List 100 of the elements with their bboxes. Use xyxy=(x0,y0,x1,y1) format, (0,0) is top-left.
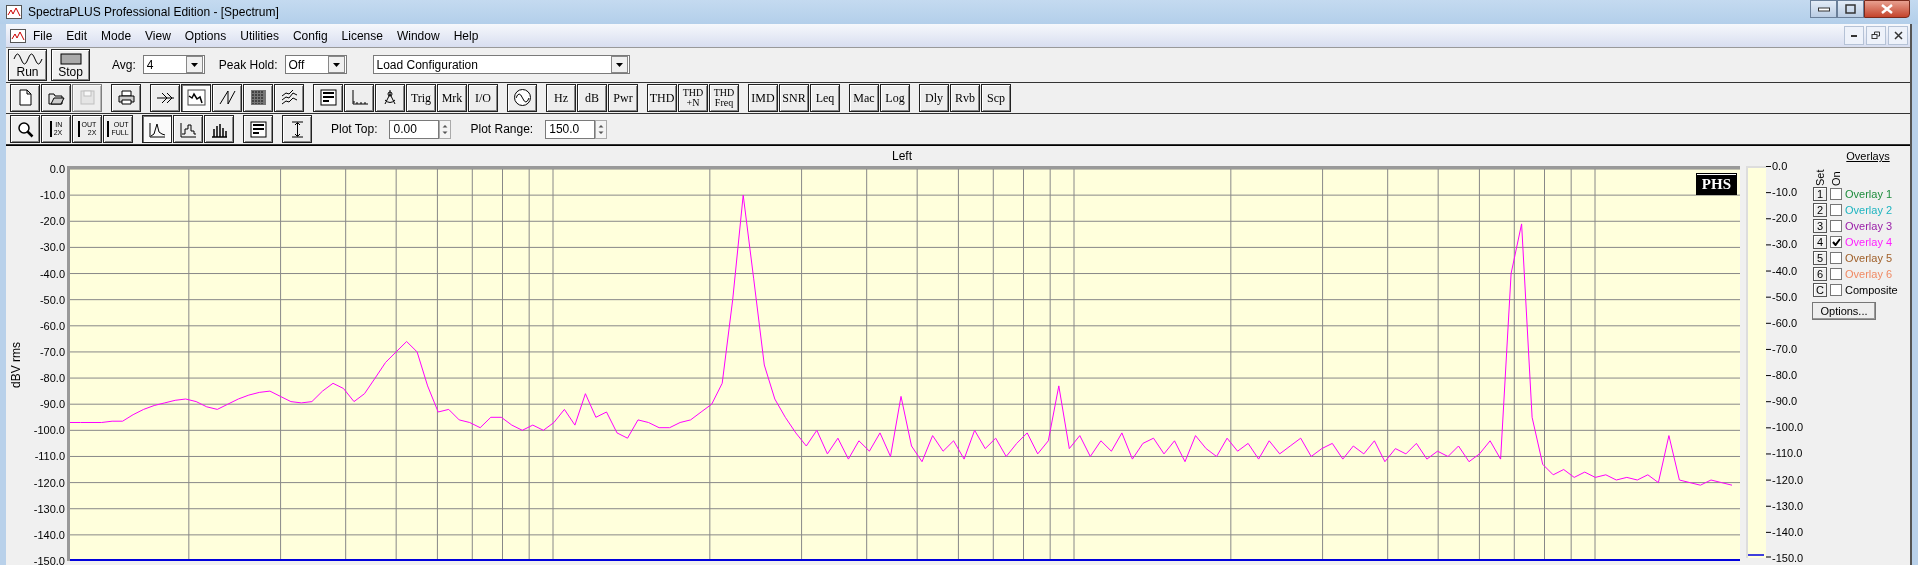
axis-label: 0.0 xyxy=(1771,159,1789,173)
set-button[interactable]: 6 xyxy=(1813,267,1827,281)
configuration-dropdown[interactable]: Load Configuration xyxy=(372,55,630,75)
toolbar-button[interactable] xyxy=(282,115,312,144)
toolbar-button[interactable] xyxy=(344,83,374,112)
search-icon xyxy=(15,119,35,139)
checkbox[interactable] xyxy=(1830,188,1842,200)
toolbar-button[interactable] xyxy=(150,83,180,112)
field-label: Plot Top: xyxy=(331,122,378,137)
menu-item[interactable]: View xyxy=(138,26,178,45)
toolbar-button[interactable] xyxy=(10,83,40,112)
toolbar-button[interactable]: Leq xyxy=(810,83,840,112)
toolbar-button[interactable] xyxy=(243,115,273,144)
axis-label: -70.0 xyxy=(1771,341,1799,356)
toolbar-button[interactable]: THD xyxy=(647,83,677,112)
axis-label: -20.0 xyxy=(39,214,65,229)
run-button[interactable]: Run xyxy=(8,48,47,81)
panel-icon xyxy=(248,119,268,139)
toolbar-button[interactable] xyxy=(181,83,211,112)
toolbar-button[interactable] xyxy=(111,83,141,112)
menu-item[interactable]: Mode xyxy=(94,26,139,45)
sine-icon xyxy=(512,88,532,108)
axis-label: -120.0 xyxy=(1771,472,1805,487)
options-button[interactable]: Options... xyxy=(1812,302,1876,320)
toolbar-button[interactable]: Pwr xyxy=(608,83,638,112)
checkbox[interactable] xyxy=(1830,220,1842,232)
toolbar-button[interactable] xyxy=(142,115,172,144)
axis-label: -110.0 xyxy=(1771,446,1804,461)
column-header: Set xyxy=(1814,168,1826,186)
toolbar-button[interactable] xyxy=(173,115,203,144)
caret-icon xyxy=(185,56,203,74)
plot-range-field[interactable]: 150.0 xyxy=(545,119,596,139)
toolbar-button[interactable] xyxy=(212,83,242,112)
toolbar-button[interactable] xyxy=(375,83,405,112)
axis-label: -60.0 xyxy=(1771,315,1799,330)
toolbar-button[interactable]: Rvb xyxy=(950,83,980,112)
minimize-icon xyxy=(1850,34,1858,37)
toolbar-button[interactable] xyxy=(41,83,71,112)
set-button[interactable]: 1 xyxy=(1813,187,1827,201)
toolbar-button[interactable] xyxy=(313,83,343,112)
toolbar-button[interactable]: SNR xyxy=(779,83,809,112)
checkbox[interactable] xyxy=(1830,268,1842,280)
document-icon[interactable] xyxy=(10,28,26,43)
menu-item[interactable]: File xyxy=(26,26,60,45)
checkbox[interactable] xyxy=(1830,284,1842,296)
overlay-label: Overlay 6 xyxy=(1845,268,1893,280)
minimize-icon xyxy=(1817,6,1830,12)
menu-item[interactable]: Utilities xyxy=(233,26,286,45)
peak-hold-dropdown[interactable]: Off xyxy=(284,55,347,75)
window-title: SpectraPLUS Professional Edition - [Spectrum] xyxy=(28,5,279,19)
menu-item[interactable]: Help xyxy=(446,26,486,45)
menu-item[interactable]: Options xyxy=(177,26,234,45)
checkbox[interactable] xyxy=(1830,204,1842,216)
checkbox[interactable] xyxy=(1830,236,1842,248)
set-button[interactable]: 2 xyxy=(1813,203,1827,217)
toolbar-button[interactable]: Mac xyxy=(849,83,879,112)
toolbar-button[interactable]: dB xyxy=(577,83,607,112)
toolbar-button[interactable]: IMD xyxy=(748,83,778,112)
plot-top-field[interactable]: 0.00 xyxy=(389,119,440,139)
toolbar-button[interactable]: I/O xyxy=(468,83,498,112)
menu-item[interactable]: Config xyxy=(285,26,335,45)
maximize-button[interactable] xyxy=(1837,0,1864,18)
overlay-label: Overlay 1 xyxy=(1845,188,1893,200)
checkbox[interactable] xyxy=(1830,252,1842,264)
panel-icon xyxy=(318,88,338,108)
close-button[interactable] xyxy=(1864,0,1910,18)
toolbar-button[interactable]: THD Freq xyxy=(709,83,739,112)
close-button[interactable] xyxy=(1888,26,1908,45)
toolbar-button[interactable] xyxy=(274,83,304,112)
field-label: Plot Range: xyxy=(470,122,534,137)
menu-item[interactable]: Edit xyxy=(59,26,95,45)
average-dropdown[interactable]: 4 xyxy=(142,55,205,75)
overlay-label: Composite xyxy=(1845,284,1898,296)
toolbar-button[interactable] xyxy=(507,83,537,112)
restore-button[interactable] xyxy=(1866,26,1886,45)
axis-label: -60.0 xyxy=(39,318,65,333)
toolbar-button[interactable]: Log xyxy=(880,83,910,112)
minimize-button[interactable] xyxy=(1844,26,1864,45)
spectrum-icon xyxy=(186,88,206,108)
set-button[interactable]: 5 xyxy=(1813,251,1827,265)
stop-button[interactable]: Stop xyxy=(51,48,90,81)
toolbar-button[interactable]: THD +N xyxy=(678,83,708,112)
toolbar-button[interactable]: Trig xyxy=(406,83,436,112)
toolbar-button[interactable] xyxy=(204,115,234,144)
set-button[interactable]: 3 xyxy=(1813,219,1827,233)
set-button[interactable]: C xyxy=(1813,283,1827,297)
toolbar-button[interactable]: Dly xyxy=(919,83,949,112)
menu-item[interactable]: License xyxy=(334,26,390,45)
toolbar-button[interactable]: Hz xyxy=(546,83,576,112)
toolbar-button[interactable]: Mrk xyxy=(437,83,467,112)
toolbar-button[interactable]: Scp xyxy=(981,83,1011,112)
spectrogram-icon xyxy=(248,88,268,108)
axis-title: dBV rms xyxy=(8,342,23,389)
toolbar-button[interactable] xyxy=(10,115,40,144)
logo: PHS xyxy=(1696,174,1736,194)
toolbar-button[interactable] xyxy=(243,83,273,112)
overlays-title: Overlays xyxy=(1846,150,1890,162)
menu-item[interactable]: Window xyxy=(389,26,447,45)
set-button[interactable]: 4 xyxy=(1813,235,1827,249)
axis-label: -10.0 xyxy=(1771,185,1799,200)
